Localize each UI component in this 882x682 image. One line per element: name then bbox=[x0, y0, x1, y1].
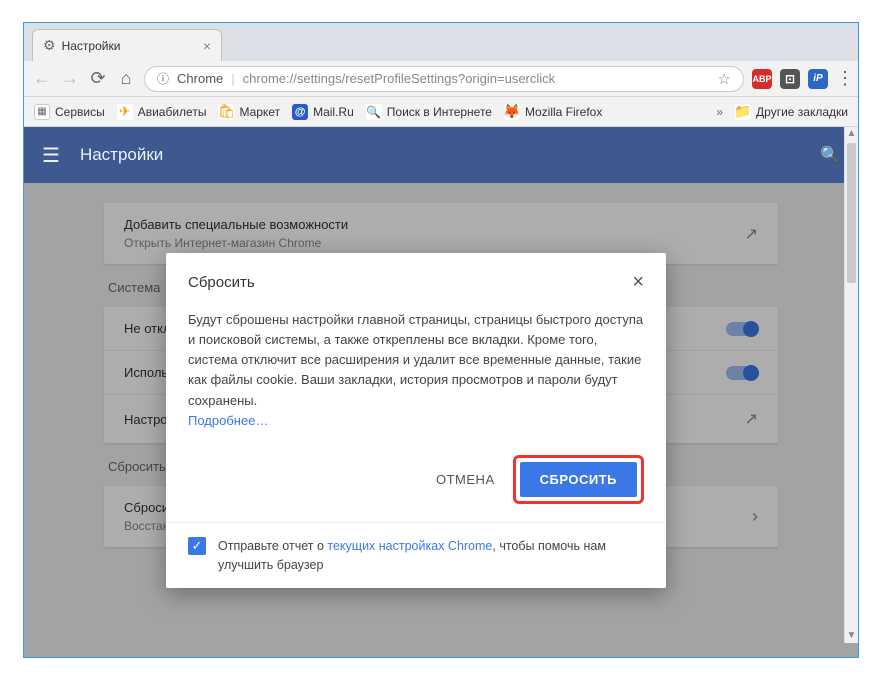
address-label: Chrome bbox=[177, 71, 223, 86]
forward-button[interactable]: → bbox=[60, 68, 80, 89]
folder-icon: 📁 bbox=[735, 104, 751, 120]
content-area: ☰ Настройки 🔍 Добавить специальные возмо… bbox=[24, 127, 858, 657]
chrome-menu-button[interactable]: ⋮ bbox=[836, 68, 850, 89]
scroll-down-icon[interactable]: ▼ bbox=[845, 629, 858, 643]
tab-title: Настройки bbox=[62, 39, 121, 53]
dialog-footer: ✓ Отправьте отчет о текущих настройках C… bbox=[166, 522, 666, 589]
close-icon[interactable]: × bbox=[632, 271, 644, 294]
extension-abp-icon[interactable]: ABP bbox=[752, 69, 772, 89]
firefox-icon: 🦊 bbox=[504, 104, 520, 120]
bookmark-firefox[interactable]: 🦊Mozilla Firefox bbox=[504, 104, 602, 120]
security-icon: ⓘ bbox=[157, 70, 169, 87]
settings-body: Добавить специальные возможности Открыть… bbox=[24, 183, 858, 657]
settings-header: ☰ Настройки 🔍 bbox=[24, 127, 858, 183]
scroll-up-icon[interactable]: ▲ bbox=[845, 127, 858, 141]
browser-window: ⚙ Настройки × ← → ⟳ ⌂ ⓘ Chrome | chrome:… bbox=[23, 22, 859, 658]
address-url: chrome://settings/resetProfileSettings?o… bbox=[243, 71, 710, 86]
vertical-scrollbar[interactable]: ▲ ▼ bbox=[844, 127, 858, 643]
bookmark-star-icon[interactable]: ☆ bbox=[718, 70, 731, 88]
dialog-body: Будут сброшены настройки главной страниц… bbox=[166, 304, 666, 447]
report-checkbox[interactable]: ✓ bbox=[188, 537, 206, 555]
toolbar: ← → ⟳ ⌂ ⓘ Chrome | chrome://settings/res… bbox=[24, 61, 858, 97]
back-button[interactable]: ← bbox=[32, 68, 52, 89]
address-bar[interactable]: ⓘ Chrome | chrome://settings/resetProfil… bbox=[144, 66, 744, 92]
extension-icon[interactable]: ⊡ bbox=[780, 69, 800, 89]
tab-strip: ⚙ Настройки × bbox=[24, 23, 858, 61]
reset-dialog: Сбросить × Будут сброшены настройки глав… bbox=[166, 253, 666, 588]
bookmark-apps[interactable]: ▦Сервисы bbox=[34, 104, 105, 120]
bookmark-other-folder[interactable]: 📁Другие закладки bbox=[735, 104, 848, 120]
bookmark-avia[interactable]: ✈Авиабилеты bbox=[117, 104, 207, 120]
scroll-thumb[interactable] bbox=[847, 143, 856, 283]
highlight-annotation: СБРОСИТЬ bbox=[513, 455, 644, 504]
reset-button[interactable]: СБРОСИТЬ bbox=[520, 462, 637, 497]
cancel-button[interactable]: ОТМЕНА bbox=[436, 472, 495, 487]
learn-more-link[interactable]: Подробнее… bbox=[188, 413, 268, 428]
search-globe-icon: 🔍 bbox=[366, 104, 382, 120]
dialog-title: Сбросить bbox=[188, 274, 255, 291]
bookmarks-bar: ▦Сервисы ✈Авиабилеты 🛍Маркет @Mail.Ru 🔍П… bbox=[24, 97, 858, 127]
gear-icon: ⚙ bbox=[43, 37, 56, 54]
extension-ip-icon[interactable]: iP bbox=[808, 69, 828, 89]
menu-icon[interactable]: ☰ bbox=[42, 143, 60, 168]
search-icon[interactable]: 🔍 bbox=[820, 145, 840, 165]
bookmark-search[interactable]: 🔍Поиск в Интернете bbox=[366, 104, 492, 120]
tab-settings[interactable]: ⚙ Настройки × bbox=[32, 29, 222, 61]
page-title: Настройки bbox=[80, 145, 163, 165]
home-button[interactable]: ⌂ bbox=[116, 68, 136, 89]
report-settings-link[interactable]: текущих настройках Chrome bbox=[327, 539, 492, 553]
bookmark-market[interactable]: 🛍Маркет bbox=[218, 104, 280, 120]
mail-icon: @ bbox=[292, 104, 308, 120]
apps-icon: ▦ bbox=[34, 104, 50, 120]
tab-close-icon[interactable]: × bbox=[203, 38, 211, 54]
reload-button[interactable]: ⟳ bbox=[88, 68, 108, 89]
bookmarks-overflow[interactable]: » bbox=[716, 105, 723, 119]
bag-icon: 🛍 bbox=[218, 104, 234, 120]
plane-icon: ✈ bbox=[117, 104, 133, 120]
bookmark-mailru[interactable]: @Mail.Ru bbox=[292, 104, 354, 120]
